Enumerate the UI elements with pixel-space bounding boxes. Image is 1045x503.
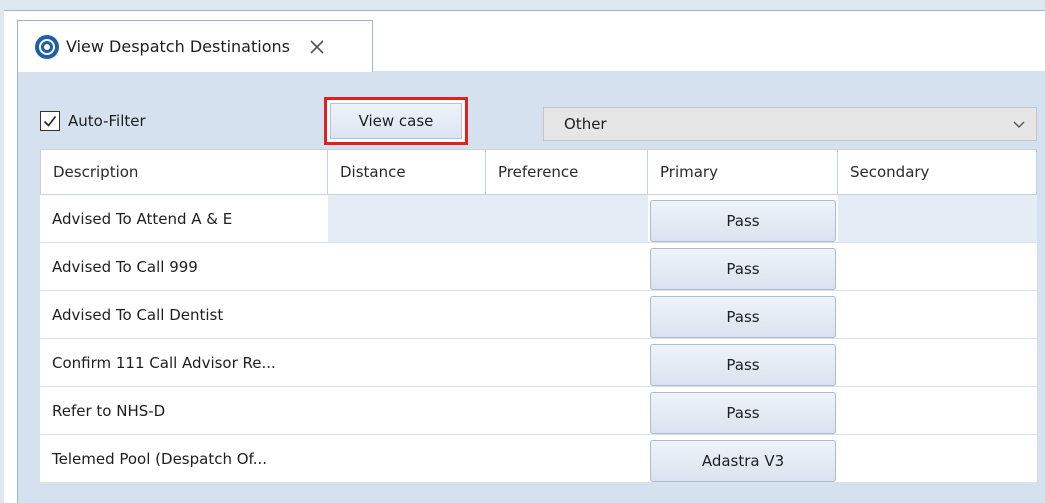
column-header-preference[interactable]: Preference — [486, 149, 648, 195]
column-header-secondary[interactable]: Secondary — [838, 149, 1037, 195]
row-distance-preference — [328, 435, 648, 482]
table-row[interactable]: Advised To Call 999 Pass — [40, 243, 1037, 291]
row-primary-cell: Pass — [648, 195, 838, 242]
row-description: Advised To Attend A & E — [40, 195, 328, 242]
row-secondary — [838, 339, 1037, 386]
row-secondary — [838, 195, 1037, 242]
row-secondary — [838, 387, 1037, 434]
window-top-strip — [0, 0, 1045, 11]
row-secondary — [838, 243, 1037, 290]
row-secondary — [838, 291, 1037, 338]
table-row[interactable]: Advised To Call Dentist Pass — [40, 291, 1037, 339]
row-distance-preference — [328, 339, 648, 386]
column-header-description[interactable]: Description — [40, 149, 328, 195]
primary-pass-button[interactable]: Pass — [650, 199, 836, 242]
row-primary-cell: Pass — [648, 291, 838, 338]
table-row[interactable]: Confirm 111 Call Advisor Re... Pass — [40, 339, 1037, 387]
row-description: Confirm 111 Call Advisor Re... — [52, 353, 276, 372]
column-header-distance[interactable]: Distance — [328, 149, 486, 195]
table-row[interactable]: Advised To Attend A & E Pass — [40, 195, 1037, 243]
primary-pass-button[interactable]: Pass — [650, 295, 836, 338]
row-description: Telemed Pool (Despatch Of... — [52, 449, 268, 468]
row-primary-cell: Pass — [648, 387, 838, 434]
close-icon[interactable] — [308, 38, 326, 56]
chevron-down-icon — [1012, 117, 1026, 131]
tab-view-despatch-destinations[interactable]: View Despatch Destinations — [17, 20, 373, 72]
window-left-edge — [0, 0, 4, 503]
destination-filter-value: Other — [564, 115, 607, 133]
view-case-highlight: View case — [324, 97, 468, 145]
row-description: Advised To Call Dentist — [52, 305, 224, 324]
primary-pass-button[interactable]: Adastra V3 — [650, 439, 836, 482]
primary-pass-button[interactable]: Pass — [650, 343, 836, 386]
despatch-destinations-grid: Description Distance Preference Primary … — [40, 149, 1037, 483]
row-secondary — [838, 435, 1037, 482]
table-row[interactable]: Telemed Pool (Despatch Of... Adastra V3 — [40, 435, 1037, 483]
row-distance-preference — [328, 243, 648, 290]
row-distance-preference — [328, 387, 648, 434]
despatch-target-icon — [34, 34, 60, 60]
row-primary-cell: Pass — [648, 243, 838, 290]
grid-header: Description Distance Preference Primary … — [40, 149, 1037, 195]
primary-pass-button[interactable]: Pass — [650, 247, 836, 290]
row-description: Refer to NHS-D — [52, 401, 166, 420]
checkmark-icon — [43, 116, 57, 127]
primary-pass-button[interactable]: Pass — [650, 391, 836, 434]
row-primary-cell: Pass — [648, 339, 838, 386]
destination-filter-select[interactable]: Other — [543, 107, 1037, 141]
row-description: Advised To Call 999 — [52, 257, 198, 276]
row-distance-preference — [328, 291, 648, 338]
auto-filter-label: Auto-Filter — [68, 112, 146, 130]
row-primary-cell: Adastra V3 — [648, 435, 838, 482]
auto-filter-toggle[interactable]: Auto-Filter — [40, 111, 146, 131]
tab-title: View Despatch Destinations — [66, 37, 290, 56]
table-row[interactable]: Refer to NHS-D Pass — [40, 387, 1037, 435]
row-distance-preference — [328, 195, 648, 242]
column-header-primary[interactable]: Primary — [648, 149, 838, 195]
view-case-button[interactable]: View case — [330, 103, 462, 139]
auto-filter-checkbox[interactable] — [40, 111, 60, 131]
